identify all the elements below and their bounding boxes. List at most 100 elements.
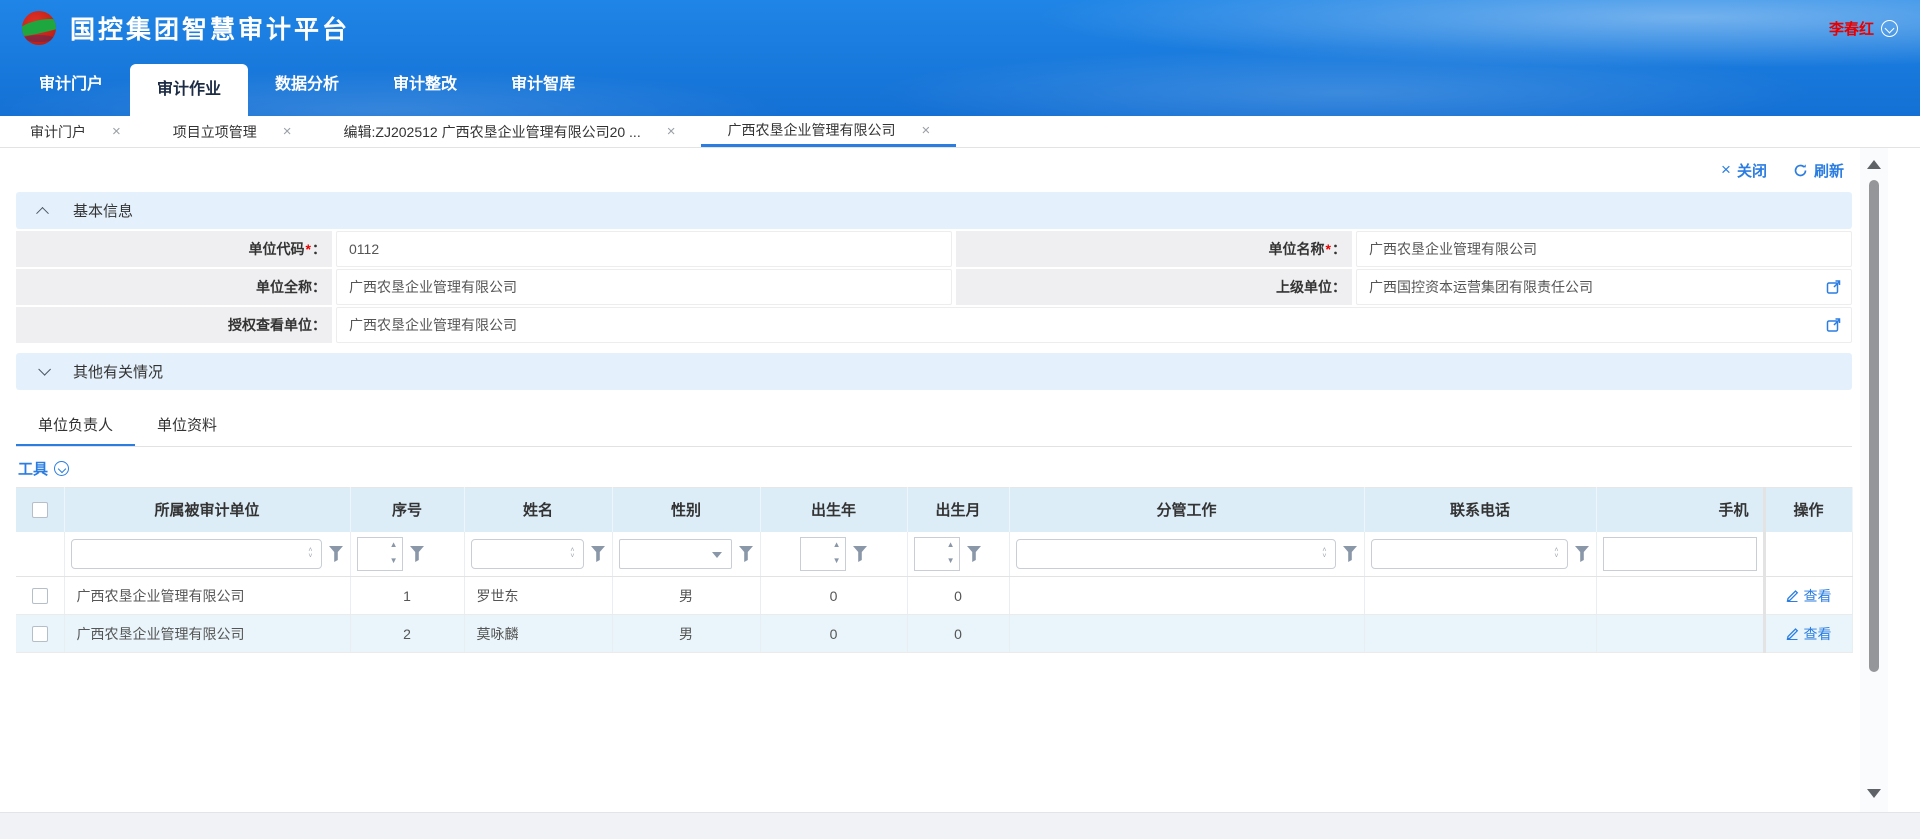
unit-leaders-table: 所属被审计单位 序号 姓名 性别 出生年 出生月 分管工作 联系电话 手机 操作… [16, 487, 1853, 653]
filter-funnel-icon[interactable] [328, 545, 344, 563]
subtab-unit-leaders[interactable]: 单位负责人 [16, 404, 135, 446]
view-button[interactable]: 查看 [1786, 586, 1832, 606]
scroll-up-icon[interactable] [1867, 160, 1881, 169]
vertical-scrollbar[interactable] [1860, 148, 1888, 812]
filter-phone-input[interactable]: ˄˅ [1371, 539, 1568, 569]
cell-birth-year: 0 [760, 615, 907, 653]
table-filter-row: ˄˅ ▲▼ ˄˅ ▲▼ [16, 532, 1852, 577]
parent-unit-label: 上级单位： [956, 269, 1352, 305]
close-icon: × [1721, 160, 1731, 180]
view-button[interactable]: 查看 [1786, 624, 1832, 644]
filter-seq-spinner[interactable]: ▲▼ [357, 537, 403, 571]
col-header-phone[interactable]: 联系电话 [1364, 488, 1596, 532]
table-header-row: 所属被审计单位 序号 姓名 性别 出生年 出生月 分管工作 联系电话 手机 操作 [16, 488, 1852, 532]
window-tab-edit-project[interactable]: 编辑:ZJ202512 广西农垦企业管理有限公司20 ... × [318, 116, 702, 147]
auth-view-unit-field[interactable]: 广西农垦企业管理有限公司 [336, 307, 1852, 343]
nav-item-audit-rectify[interactable]: 审计整改 [366, 56, 484, 116]
scrollbar-thumb[interactable] [1869, 180, 1879, 672]
row-checkbox[interactable] [32, 588, 48, 604]
filter-funnel-icon[interactable] [409, 545, 425, 563]
basic-info-form: 单位代码*： 0112 单位名称*： 广西农垦企业管理有限公司 单位全称： 广西… [16, 231, 1852, 343]
primary-nav: 审计门户 审计作业 数据分析 审计整改 审计智库 [0, 56, 1920, 116]
current-user-name[interactable]: 李春红 [1829, 18, 1874, 39]
tools-label: 工具 [18, 458, 48, 479]
tab-label: 审计门户 [30, 122, 86, 142]
filter-mobile-input[interactable] [1603, 537, 1757, 571]
filter-funnel-icon[interactable] [1574, 545, 1590, 563]
nav-item-audit-portal[interactable]: 审计门户 [12, 56, 130, 116]
filter-birth-month-spinner[interactable]: ▲▼ [914, 537, 960, 571]
collapse-chevron-down-icon [38, 363, 51, 376]
col-header-birth-year[interactable]: 出生年 [760, 488, 907, 532]
row-checkbox[interactable] [32, 626, 48, 642]
tab-close-icon[interactable]: × [667, 123, 676, 140]
external-link-icon[interactable] [1826, 280, 1841, 295]
tab-close-icon[interactable]: × [283, 123, 292, 140]
external-link-icon[interactable] [1826, 318, 1841, 333]
cell-gender: 男 [612, 615, 760, 653]
filter-funnel-icon[interactable] [738, 545, 754, 563]
unit-fullname-field[interactable]: 广西农垦企业管理有限公司 [336, 269, 952, 305]
scroll-down-icon[interactable] [1867, 789, 1881, 798]
col-header-birth-month[interactable]: 出生月 [907, 488, 1009, 532]
filter-birth-year-spinner[interactable]: ▲▼ [800, 537, 846, 571]
app-title: 国控集团智慧审计平台 [70, 10, 350, 46]
col-header-gender[interactable]: 性别 [612, 488, 760, 532]
cell-name: 罗世东 [464, 577, 612, 615]
cell-unit: 广西农垦企业管理有限公司 [64, 577, 350, 615]
tools-chevron-icon [54, 461, 69, 476]
close-label: 关闭 [1737, 160, 1767, 181]
window-tab-portal[interactable]: 审计门户 × [4, 116, 147, 147]
unit-code-field[interactable]: 0112 [336, 231, 952, 267]
col-header-mobile[interactable]: 手机 [1596, 488, 1764, 532]
unit-name-field[interactable]: 广西农垦企业管理有限公司 [1356, 231, 1852, 267]
subtab-unit-docs[interactable]: 单位资料 [135, 404, 239, 446]
tab-close-icon[interactable]: × [112, 123, 121, 140]
window-tab-project-mgmt[interactable]: 项目立项管理 × [147, 116, 318, 147]
section-basic-info-header[interactable]: 基本信息 [16, 192, 1852, 229]
filter-name-input[interactable]: ˄˅ [471, 539, 584, 569]
nav-item-audit-library[interactable]: 审计智库 [484, 56, 602, 116]
tab-label: 广西农垦企业管理有限公司 [727, 120, 895, 140]
tab-label: 编辑:ZJ202512 广西农垦企业管理有限公司20 ... [344, 122, 641, 142]
unit-code-label: 单位代码*： [16, 231, 332, 267]
topbar: 国控集团智慧审计平台 李春红 [0, 0, 1920, 56]
filter-work-input[interactable]: ˄˅ [1016, 539, 1336, 569]
filter-funnel-icon[interactable] [852, 545, 868, 563]
company-logo-icon [22, 11, 56, 45]
cell-mobile [1596, 577, 1764, 615]
table-row[interactable]: 广西农垦企业管理有限公司 2 莫咏麟 男 0 0 查看 [16, 615, 1852, 653]
cell-work [1009, 615, 1364, 653]
refresh-page-button[interactable]: 刷新 [1793, 160, 1844, 181]
edit-pencil-icon [1786, 627, 1799, 640]
section-title: 其他有关情况 [73, 361, 163, 382]
window-tab-unit-detail[interactable]: 广西农垦企业管理有限公司 × [701, 116, 956, 147]
cell-seq: 1 [350, 577, 464, 615]
filter-funnel-icon[interactable] [1342, 545, 1358, 563]
close-page-button[interactable]: × 关闭 [1721, 160, 1767, 181]
cell-name: 莫咏麟 [464, 615, 612, 653]
filter-funnel-icon[interactable] [966, 545, 982, 563]
nav-item-audit-work[interactable]: 审计作业 [130, 64, 248, 116]
tools-dropdown[interactable]: 工具 [16, 447, 1852, 487]
header-hero: 国控集团智慧审计平台 李春红 审计门户 审计作业 数据分析 审计整改 审计智库 [0, 0, 1920, 116]
filter-unit-input[interactable]: ˄˅ [71, 539, 322, 569]
select-all-checkbox[interactable] [32, 502, 48, 518]
tab-close-icon[interactable]: × [921, 122, 930, 139]
filter-gender-select[interactable] [619, 539, 732, 569]
cell-birth-year: 0 [760, 577, 907, 615]
table-row[interactable]: 广西农垦企业管理有限公司 1 罗世东 男 0 0 查看 [16, 577, 1852, 615]
cell-phone [1364, 577, 1596, 615]
section-title: 基本信息 [73, 200, 133, 221]
parent-unit-field[interactable]: 广西国控资本运营集团有限责任公司 [1356, 269, 1852, 305]
detail-subtabs: 单位负责人 单位资料 [16, 404, 1852, 447]
user-menu-chevron-icon[interactable] [1881, 20, 1898, 37]
col-header-unit[interactable]: 所属被审计单位 [64, 488, 350, 532]
section-other-info-header[interactable]: 其他有关情况 [16, 353, 1852, 390]
nav-item-data-analysis[interactable]: 数据分析 [248, 56, 366, 116]
filter-funnel-icon[interactable] [590, 545, 606, 563]
col-header-work[interactable]: 分管工作 [1009, 488, 1364, 532]
col-header-name[interactable]: 姓名 [464, 488, 612, 532]
cell-work [1009, 577, 1364, 615]
col-header-seq[interactable]: 序号 [350, 488, 464, 532]
